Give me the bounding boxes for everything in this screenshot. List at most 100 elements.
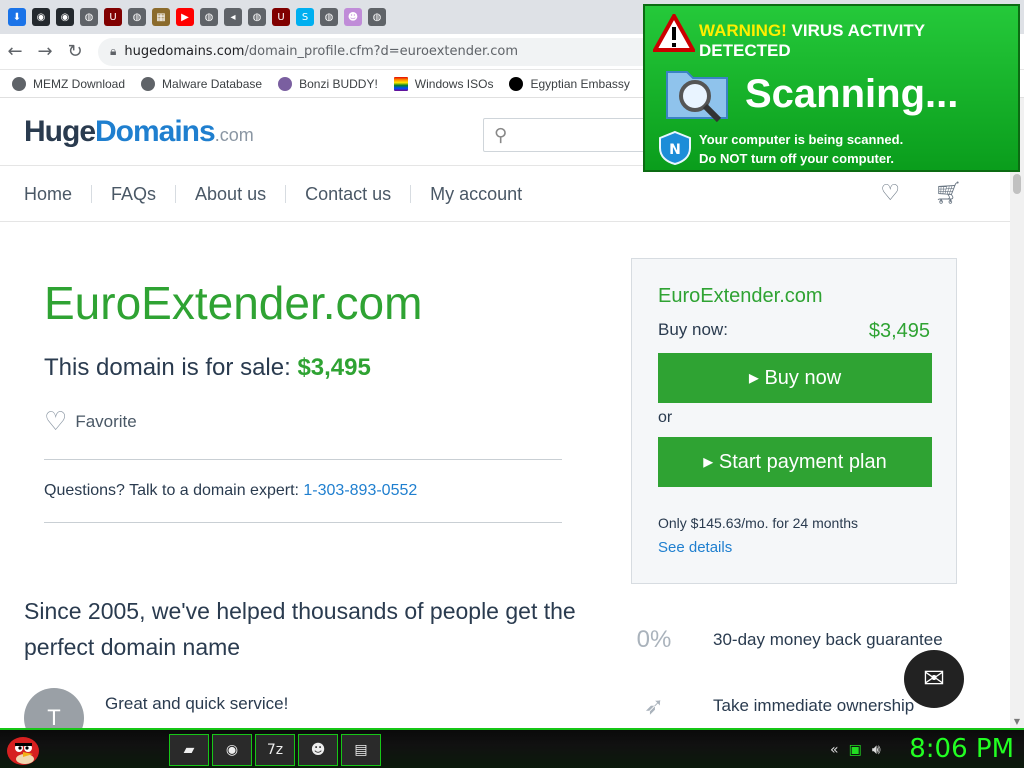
nav-home[interactable]: Home [24, 184, 93, 203]
chrome-icon[interactable]: ◉ [212, 734, 252, 766]
chat-button[interactable]: ✉ [904, 650, 964, 708]
scan-note-post: turn off your computer. [747, 151, 895, 166]
download-icon[interactable]: ⬇ [8, 8, 26, 26]
for-sale-prefix: This domain is for sale: [44, 354, 298, 381]
feature-ownership: ➶ Take immediate ownership [631, 686, 914, 726]
volume-icon[interactable]: 🔊︎ [872, 742, 881, 758]
bonzi-icon [278, 76, 293, 91]
globe-icon[interactable]: ◍ [248, 8, 266, 26]
nav-faqs[interactable]: FAQs [92, 184, 177, 203]
game-icon[interactable]: ▦ [152, 8, 170, 26]
page-scrollbar[interactable]: ▲ ▼ [1010, 98, 1024, 728]
back-button[interactable]: ← [0, 37, 30, 67]
warning-title: WARNING! VIRUS ACTIVITY DETECTED [699, 21, 1018, 61]
divider [44, 522, 562, 523]
globe-icon[interactable]: ◍ [200, 8, 218, 26]
taskbar-clock[interactable]: 8:06 PM [909, 734, 1014, 764]
globe-icon [141, 76, 156, 91]
github-icon[interactable]: ◉ [32, 8, 50, 26]
scan-note-not: NOT [719, 151, 748, 166]
favorite-button[interactable]: ♡ Favorite [44, 406, 564, 437]
buybox-domain: EuroExtender.com [658, 285, 823, 307]
favorite-label: Favorite [75, 411, 137, 431]
bookmark-label: Malware Database [162, 76, 263, 91]
nav-about-us[interactable]: About us [176, 184, 287, 203]
hugedomains-logo[interactable]: HugeDomains.com [24, 115, 254, 149]
see-details-link[interactable]: See details [658, 539, 930, 556]
notepad-icon[interactable]: ▤ [341, 734, 381, 766]
tray-arrow-icon[interactable]: « [830, 742, 839, 758]
url-path: /domain_profile.cfm?d=euroextender.com [244, 44, 519, 59]
7zip-icon[interactable]: 7z [255, 734, 295, 766]
ublock-icon[interactable]: U [104, 8, 122, 26]
ublock-icon[interactable]: U [272, 8, 290, 26]
shield-icon: N [659, 130, 691, 166]
nav-icons: ♡ 🛒︎ [880, 180, 962, 206]
globe-icon[interactable]: ◍ [320, 8, 338, 26]
cart-icon[interactable]: 🛒︎ [934, 180, 962, 206]
reload-button[interactable]: ↻ [60, 37, 90, 67]
virus-warning-popup[interactable]: WARNING! VIRUS ACTIVITY DETECTED Scannin… [643, 4, 1020, 172]
start-button[interactable] [0, 729, 46, 769]
for-sale-text: This domain is for sale: $3,495 [44, 354, 564, 382]
bookmark-item[interactable]: Bonzi BUDDY! [278, 76, 378, 91]
youtube-icon[interactable]: ▶ [176, 8, 194, 26]
buy-now-row: Buy now: $3,495 [658, 320, 930, 343]
since-heading: Since 2005, we've helped thousands of pe… [24, 598, 576, 660]
globe-icon[interactable]: ◍ [128, 8, 146, 26]
skype-icon[interactable]: S [296, 8, 314, 26]
buy-now-button[interactable]: ▸ Buy now [658, 353, 932, 403]
scroll-thumb[interactable] [1013, 174, 1021, 194]
scan-note: Your computer is being scanned. Do NOT t… [699, 130, 903, 168]
nav-my-account[interactable]: My account [411, 185, 541, 203]
bookmark-label: Bonzi BUDDY! [299, 76, 378, 91]
scroll-down-arrow[interactable]: ▼ [1010, 714, 1024, 728]
logo-domains: Domains [95, 114, 216, 148]
logo-huge: Huge [24, 114, 96, 148]
svg-text:N: N [669, 142, 681, 158]
globe-icon[interactable]: ◍ [80, 8, 98, 26]
webpage: HugeDomains.com ⚲ Home FAQs About us Con… [0, 98, 1010, 728]
bookmark-label: MEMZ Download [33, 76, 126, 91]
avatar: T [24, 688, 84, 728]
network-icon[interactable]: ▣ [849, 742, 862, 758]
rocket-icon: ➶ [643, 692, 665, 720]
phone-link[interactable]: 1-303-893-0552 [303, 482, 417, 499]
heart-icon: ♡ [44, 406, 68, 436]
bonzi-icon[interactable]: ☻ [298, 734, 338, 766]
site-nav: Home FAQs About us Contact us My account… [0, 166, 1010, 222]
buy-now-label: Buy now: [658, 320, 728, 339]
heart-icon[interactable]: ♡ [880, 180, 900, 206]
search-icon: ⚲ [494, 124, 508, 146]
bonzi-icon[interactable]: ☻ [344, 8, 362, 26]
bookmark-label: Egyptian Embassy [530, 76, 630, 91]
payment-plan-button[interactable]: ▸ Start payment plan [658, 437, 932, 487]
plan-note: Only $145.63/mo. for 24 months [658, 515, 858, 531]
divider [44, 459, 562, 460]
folder-icon[interactable]: ▰ [169, 734, 209, 766]
taskbar-apps: ▰ ◉ 7z ☻ ▤ [166, 734, 381, 766]
bookmark-item[interactable]: Windows ISOs [393, 76, 493, 91]
address-bar[interactable]: 🔒︎ hugedomains.com/domain_profile.cfm?d=… [98, 37, 718, 66]
nav-contact-us[interactable]: Contact us [286, 184, 412, 203]
sale-price: $3,495 [297, 354, 371, 381]
bookmark-item[interactable]: Malware Database [141, 76, 263, 91]
feature-label: 30-day money back guarantee [713, 630, 943, 649]
bookmark-item[interactable]: Egyptian Embassy [509, 76, 630, 91]
globe-icon[interactable]: ◍ [368, 8, 386, 26]
taskbar: ▰ ◉ 7z ☻ ▤ « ▣ 🔊︎ 8:06 PM [0, 728, 1024, 768]
bookmark-item[interactable]: MEMZ Download [12, 76, 126, 91]
scanning-text: Scanning... [745, 72, 959, 116]
speaker-icon[interactable]: ◂ [224, 8, 242, 26]
warning-word: WARNING! [699, 21, 787, 40]
github-icon[interactable]: ◉ [56, 8, 74, 26]
buybox-price: $3,495 [868, 320, 930, 342]
rainbow-flag-icon [393, 76, 408, 91]
scan-note-line2: Do NOT turn off your computer. [699, 149, 903, 168]
domain-title: EuroExtender.com [44, 277, 423, 329]
review-title: Great and quick service! [105, 694, 289, 713]
or-text: or [658, 409, 673, 426]
url-host: hugedomains.com [124, 44, 245, 59]
listing-main: EuroExtender.com This domain is for sale… [44, 276, 564, 545]
forward-button[interactable]: → [30, 37, 60, 67]
